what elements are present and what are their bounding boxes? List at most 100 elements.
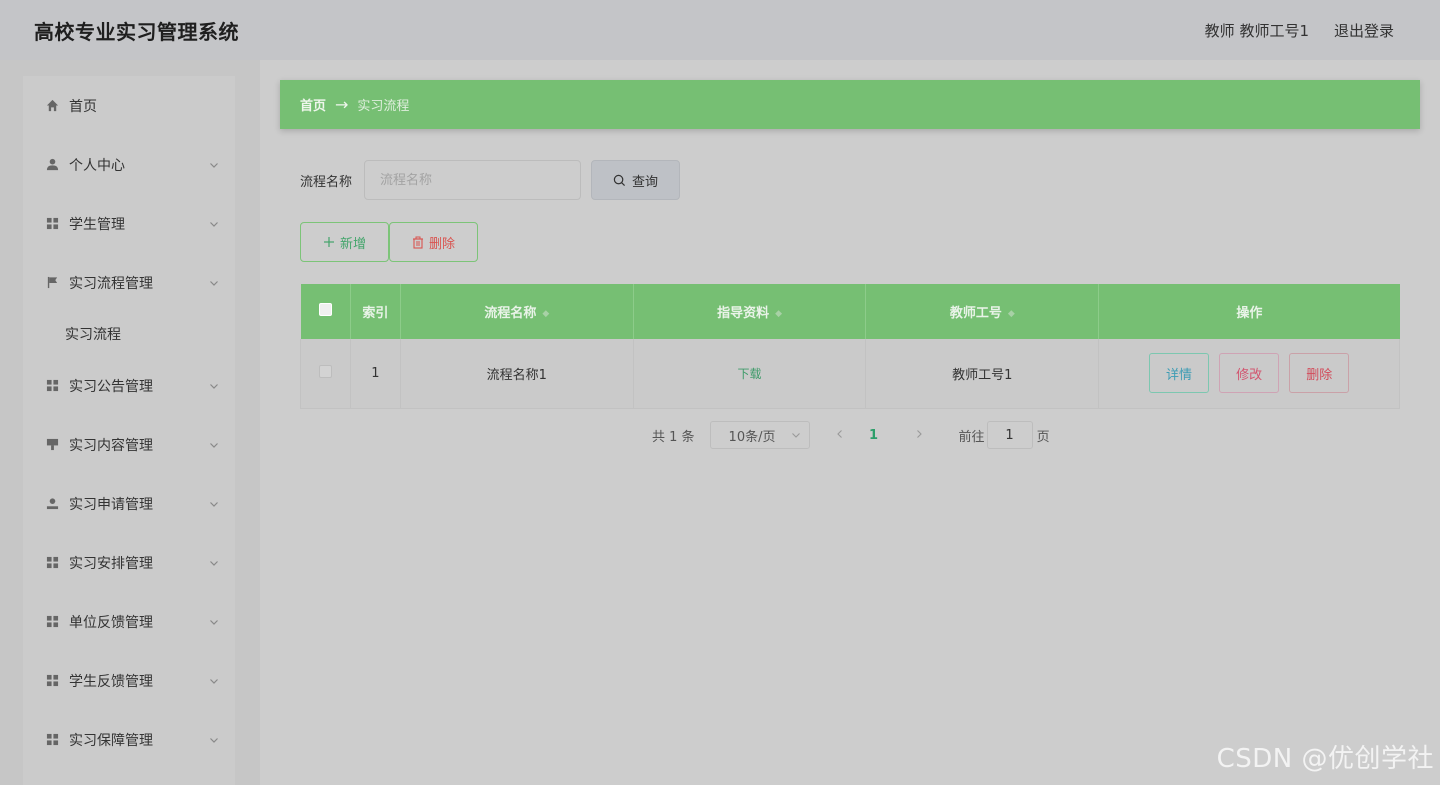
top-header: 高校专业实习管理系统 教师 教师工号1 退出登录 [0,0,1440,60]
column-header-label: 流程名称 [484,306,537,321]
sidebar-item-unit-feedback-management[interactable]: 单位反馈管理 [23,592,235,651]
sidebar-item-process-management[interactable]: 实习流程管理 [23,253,235,312]
sidebar-item-notice-management[interactable]: 实习公告管理 [23,356,235,415]
process-name-search-input[interactable] [364,160,582,200]
chevron-left-icon [836,429,842,438]
sidebar-container: 首页 个人中心 学生管理 实习流程管理 实习流程 实习公告管理 实习内容管理 实… [0,60,260,785]
chevron-down-icon [210,221,218,227]
sidebar-item-student-feedback-management[interactable]: 学生反馈管理 [23,651,235,710]
goto-page-input[interactable] [986,421,1033,449]
sort-icon[interactable]: ◆ [1008,309,1015,319]
add-button-label: 新增 [339,236,366,252]
watermark: CSDN @优创学社 [1216,744,1434,774]
sidebar-item-label: 实习流程管理 [69,275,153,292]
user-icon [45,158,59,172]
row-operations: 详情 修改 删除 [1098,339,1400,409]
sidebar-item-label: 实习内容管理 [69,437,153,454]
goto-suffix: 页 [1036,429,1050,445]
search-bar: 流程名称 查询 [300,160,681,200]
grid-icon [45,615,59,629]
sidebar-item-home[interactable]: 首页 [23,76,235,135]
sort-icon[interactable]: ◆ [775,309,782,319]
prev-page-button[interactable] [825,428,855,443]
grid-icon [45,379,59,393]
sidebar-item-label: 实习公告管理 [69,378,153,395]
row-process-name: 流程名称1 [400,339,634,409]
row-guidance-material: 下载 [633,339,867,409]
column-header-label: 教师工号 [949,306,1002,321]
trash-icon [412,236,423,249]
sidebar-item-label: 学生管理 [69,216,125,233]
total-count: 共 1 条 [652,429,695,445]
logout-link[interactable]: 退出登录 [1334,20,1394,41]
download-link[interactable]: 下载 [738,367,762,381]
chevron-down-icon [210,737,218,743]
batch-delete-button[interactable]: 删除 [389,222,478,262]
sidebar-subitem-process[interactable]: 实习流程 [23,312,235,356]
row-teacher-id: 教师工号1 [865,339,1100,409]
sidebar-item-student-management[interactable]: 学生管理 [23,194,235,253]
grid-icon [45,556,59,570]
flag-icon [45,276,59,290]
column-header-index: 索引 [350,284,401,339]
row-index: 1 [350,339,401,409]
search-button-label: 查询 [632,174,659,190]
sidebar-item-label: 实习申请管理 [69,496,153,513]
goto-label: 前往 [958,429,985,445]
sidebar-item-label: 实习安排管理 [69,555,153,572]
chevron-down-icon [210,619,218,625]
sidebar-menu: 首页 个人中心 学生管理 实习流程管理 实习流程 实习公告管理 实习内容管理 实… [23,76,235,785]
page-number-current[interactable]: 1 [859,428,889,443]
chevron-down-icon [210,678,218,684]
sidebar-item-guarantee-management[interactable]: 实习保障管理 [23,710,235,769]
sidebar-item-content-management[interactable]: 实习内容管理 [23,415,235,474]
search-button[interactable]: 查询 [591,160,681,200]
current-user-label: 教师 教师工号1 [1204,21,1309,40]
sidebar-item-label: 个人中心 [69,157,125,174]
chevron-down-icon [210,162,218,168]
sort-icon[interactable]: ◆ [542,309,549,319]
add-button[interactable]: 新增 [300,222,389,262]
chevron-down-icon [210,560,218,566]
plus-icon [323,237,334,247]
table-header-row: 索引 流程名称 ◆ 指导资料 ◆ 教师工号 ◆ 操作 [300,284,1400,339]
chevron-down-icon [210,280,218,286]
column-header-guidance-material[interactable]: 指导资料 ◆ [633,284,867,339]
grid-icon [45,217,59,231]
sidebar-item-application-management[interactable]: 实习申请管理 [23,474,235,533]
edit-button[interactable]: 修改 [1219,353,1280,394]
column-header-operations: 操作 [1098,284,1400,339]
column-header-teacher-id[interactable]: 教师工号 ◆ [865,284,1100,339]
column-header-process-name[interactable]: 流程名称 ◆ [400,284,634,339]
row-checkbox[interactable] [318,364,332,378]
stamp-icon [45,438,59,452]
detail-button[interactable]: 详情 [1148,353,1209,394]
select-all-checkbox[interactable] [318,303,332,316]
app-title: 高校专业实习管理系统 [34,19,239,44]
select-all-cell [300,284,351,339]
search-label: 流程名称 [300,174,353,190]
row-delete-button[interactable]: 删除 [1289,353,1350,394]
next-page-button[interactable] [904,428,934,443]
grid-icon [45,733,59,747]
sidebar-item-label: 实习保障管理 [69,732,153,749]
table-row: 1 流程名称1 下载 教师工号1 详情 修改 删除 [300,339,1400,409]
breadcrumb-home-link[interactable]: 首页 [300,95,326,114]
pagination: 共 1 条 10条/页 1 前往 页 [652,420,1050,450]
sidebar-item-arrangement-management[interactable]: 实习安排管理 [23,533,235,592]
chevron-right-icon [916,429,922,438]
page-size-select[interactable]: 10条/页 [709,421,810,449]
home-icon [45,99,59,113]
sidebar-item-label: 首页 [69,98,97,115]
page-size-value: 10条/页 [728,429,776,445]
chevron-down-icon [210,442,218,448]
search-icon [613,174,626,186]
breadcrumb-arrow-icon: → [335,95,349,114]
column-header-label: 指导资料 [717,306,770,321]
breadcrumb: 首页 → 实习流程 [280,80,1420,129]
sidebar-item-label: 学生反馈管理 [69,673,153,690]
chevron-down-icon [210,501,218,507]
chevron-down-icon [791,433,800,438]
sidebar-item-personal-center[interactable]: 个人中心 [23,135,235,194]
breadcrumb-current: 实习流程 [357,99,410,114]
